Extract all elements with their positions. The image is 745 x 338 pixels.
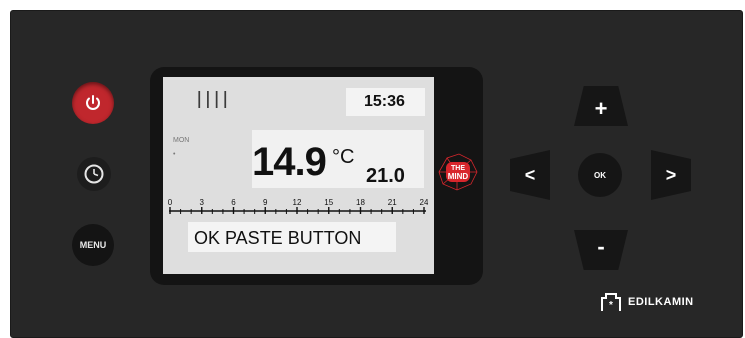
brand-name: EDILKAMIN (628, 296, 694, 308)
day-label: MON (173, 137, 190, 144)
menu-button[interactable]: MENU (72, 224, 114, 266)
badge-line2: MIND (448, 172, 469, 181)
chevron-right-icon: > (665, 164, 677, 185)
the-mind-badge: THE MIND (438, 153, 478, 191)
plus-icon: + (594, 96, 608, 121)
brand-mark-icon: * (601, 293, 621, 311)
ok-button-label: OK (594, 170, 606, 180)
flame-level-icon: |||| (193, 89, 231, 109)
hour-tick-label: 3 (200, 198, 205, 207)
hour-tick-label: 24 (420, 198, 428, 207)
setpoint-temperature: 21.0 (366, 165, 405, 187)
hour-tick-label: 9 (263, 198, 268, 207)
ok-button[interactable]: OK (578, 153, 622, 197)
clock-button[interactable] (77, 157, 111, 191)
clock-icon (84, 164, 104, 184)
clock-time: 15:36 (364, 93, 405, 110)
minus-icon: - (597, 234, 605, 259)
chevron-left-icon: < (524, 164, 536, 185)
hour-tick-label: 21 (388, 198, 397, 207)
hour-scale: 0 3 6 9 12 15 18 21 24 (168, 198, 428, 214)
hour-tick-label: 18 (356, 198, 365, 207)
power-icon (86, 95, 100, 110)
badge-line1: THE (451, 165, 465, 172)
edilkamin-logo: * EDILKAMIN (600, 292, 694, 312)
hour-tick-label: 6 (231, 198, 236, 207)
hour-tick-label: 15 (324, 198, 333, 207)
hour-tick-label: 12 (293, 198, 302, 207)
day-marker: • (173, 151, 176, 158)
svg-text:*: * (609, 300, 613, 311)
hour-tick-label: 0 (168, 198, 173, 207)
status-message: OK PASTE BUTTON (194, 228, 362, 248)
power-button[interactable] (72, 82, 114, 124)
room-temperature: 14.9 (252, 140, 327, 184)
temperature-unit: °C (332, 146, 355, 168)
menu-button-label: MENU (79, 240, 107, 250)
